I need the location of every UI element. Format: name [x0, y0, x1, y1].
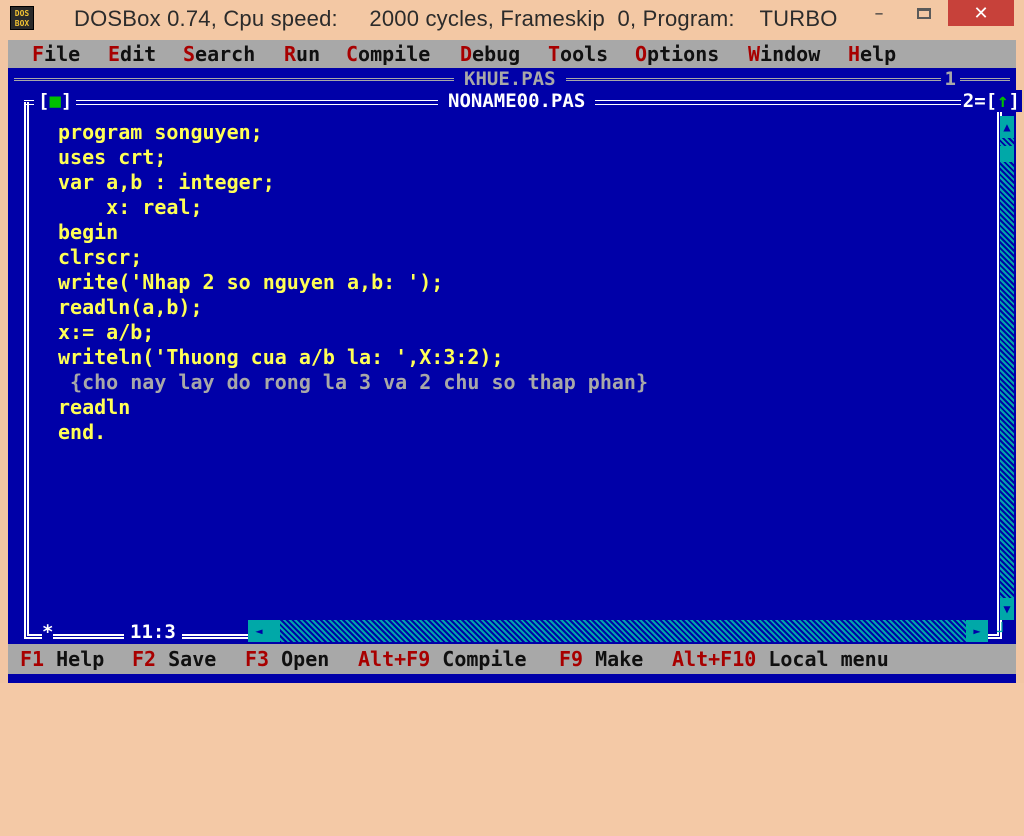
fkey-open[interactable]: F3 Open — [245, 646, 329, 672]
scroll-up-icon[interactable]: ▲ — [1000, 116, 1014, 138]
menu-window[interactable]: Window — [748, 41, 820, 67]
code-line[interactable]: x:= a/b; — [58, 320, 988, 345]
code-line[interactable]: end. — [58, 420, 988, 445]
code-editor[interactable]: program songuyen; uses crt; var a,b : inte… — [58, 120, 988, 445]
background-window-title: KHUE.PAS — [454, 68, 566, 90]
minimize-button[interactable]: – — [862, 0, 896, 26]
code-line[interactable]: write('Nhap 2 so nguyen a,b: '); — [58, 270, 988, 295]
menu-options[interactable]: Options — [635, 41, 719, 67]
code-line[interactable]: begin — [58, 220, 988, 245]
scroll-left-icon[interactable]: ◄ — [248, 620, 270, 642]
menu-debug[interactable]: Debug — [460, 41, 520, 67]
fkey-local-menu[interactable]: Alt+F10 Local menu — [672, 646, 889, 672]
scroll-down-icon[interactable]: ▼ — [1000, 598, 1014, 620]
maximize-button[interactable] — [905, 0, 943, 26]
code-line[interactable]: x: real; — [58, 195, 988, 220]
background-window-frame[interactable]: KHUE.PAS 1 — [14, 68, 1010, 90]
code-line[interactable]: clrscr; — [58, 245, 988, 270]
code-line[interactable]: readln — [58, 395, 988, 420]
fkey-make[interactable]: F9 Make — [559, 646, 643, 672]
window-title: DOSBox 0.74, Cpu speed: 2000 cycles, Fra… — [74, 6, 838, 31]
editor-title-bar[interactable]: [■] NONAME00.PAS 2=[↑] — [24, 90, 1022, 114]
code-line[interactable]: uses crt; — [58, 145, 988, 170]
close-box-icon: ■ — [49, 90, 61, 112]
background-window-number: 1 — [940, 68, 960, 90]
editor-window-number-and-zoom[interactable]: 2=[↑] — [960, 90, 1022, 112]
close-icon: ✕ — [973, 2, 989, 24]
menu-bar: File Edit Search Run Compile Debug Tools… — [8, 40, 1016, 68]
menu-edit[interactable]: Edit — [108, 41, 156, 67]
vertical-scrollbar[interactable]: ▲ ▼ — [1000, 116, 1014, 620]
zoom-arrow-icon: ↑ — [997, 90, 1009, 112]
maximize-icon — [917, 7, 931, 19]
fkey-compile[interactable]: Alt+F9 Compile — [358, 646, 527, 672]
menu-run[interactable]: Run — [284, 41, 320, 67]
dosbox-window: DOS BOX DOSBox 0.74, Cpu speed: 2000 cyc… — [0, 0, 1024, 683]
function-key-bar: F1 Help F2 Save F3 Open Alt+F9 Compile F… — [8, 644, 1016, 674]
code-line[interactable]: writeln('Thuong cua a/b la: ',X:3:2); — [58, 345, 988, 370]
horizontal-scroll-thumb[interactable] — [270, 620, 280, 642]
code-line[interactable]: readln(a,b); — [58, 295, 988, 320]
dosbox-icon: DOS BOX — [10, 6, 34, 30]
code-line[interactable]: program songuyen; — [58, 120, 988, 145]
menu-help[interactable]: Help — [848, 41, 896, 67]
fkey-help[interactable]: F1 Help — [20, 646, 104, 672]
code-line[interactable]: var a,b : integer; — [58, 170, 988, 195]
editor-status-line: * 11:3 — [24, 620, 262, 644]
editor-close-box[interactable]: [■] — [34, 90, 77, 112]
menu-file[interactable]: File — [32, 41, 80, 67]
menu-search[interactable]: Search — [183, 41, 255, 67]
editor-file-title: NONAME00.PAS — [438, 90, 596, 112]
vertical-scroll-thumb[interactable] — [1000, 146, 1014, 162]
dos-screen: File Edit Search Run Compile Debug Tools… — [8, 40, 1022, 683]
horizontal-scrollbar[interactable]: ◄ ► — [248, 620, 988, 642]
window-titlebar[interactable]: DOS BOX DOSBox 0.74, Cpu speed: 2000 cyc… — [0, 0, 1024, 40]
scroll-right-icon[interactable]: ► — [966, 620, 988, 642]
close-button[interactable]: ✕ — [948, 0, 1014, 26]
cursor-position: 11:3 — [124, 620, 182, 644]
resize-corner-icon[interactable]: ┘ — [990, 622, 1014, 642]
code-comment-line[interactable]: {cho nay lay do rong la 3 va 2 chu so th… — [58, 370, 988, 395]
menu-tools[interactable]: Tools — [548, 41, 608, 67]
modified-indicator: * — [42, 620, 54, 644]
minimize-icon: – — [874, 2, 884, 24]
menu-compile[interactable]: Compile — [346, 41, 430, 67]
fkey-save[interactable]: F2 Save — [132, 646, 216, 672]
